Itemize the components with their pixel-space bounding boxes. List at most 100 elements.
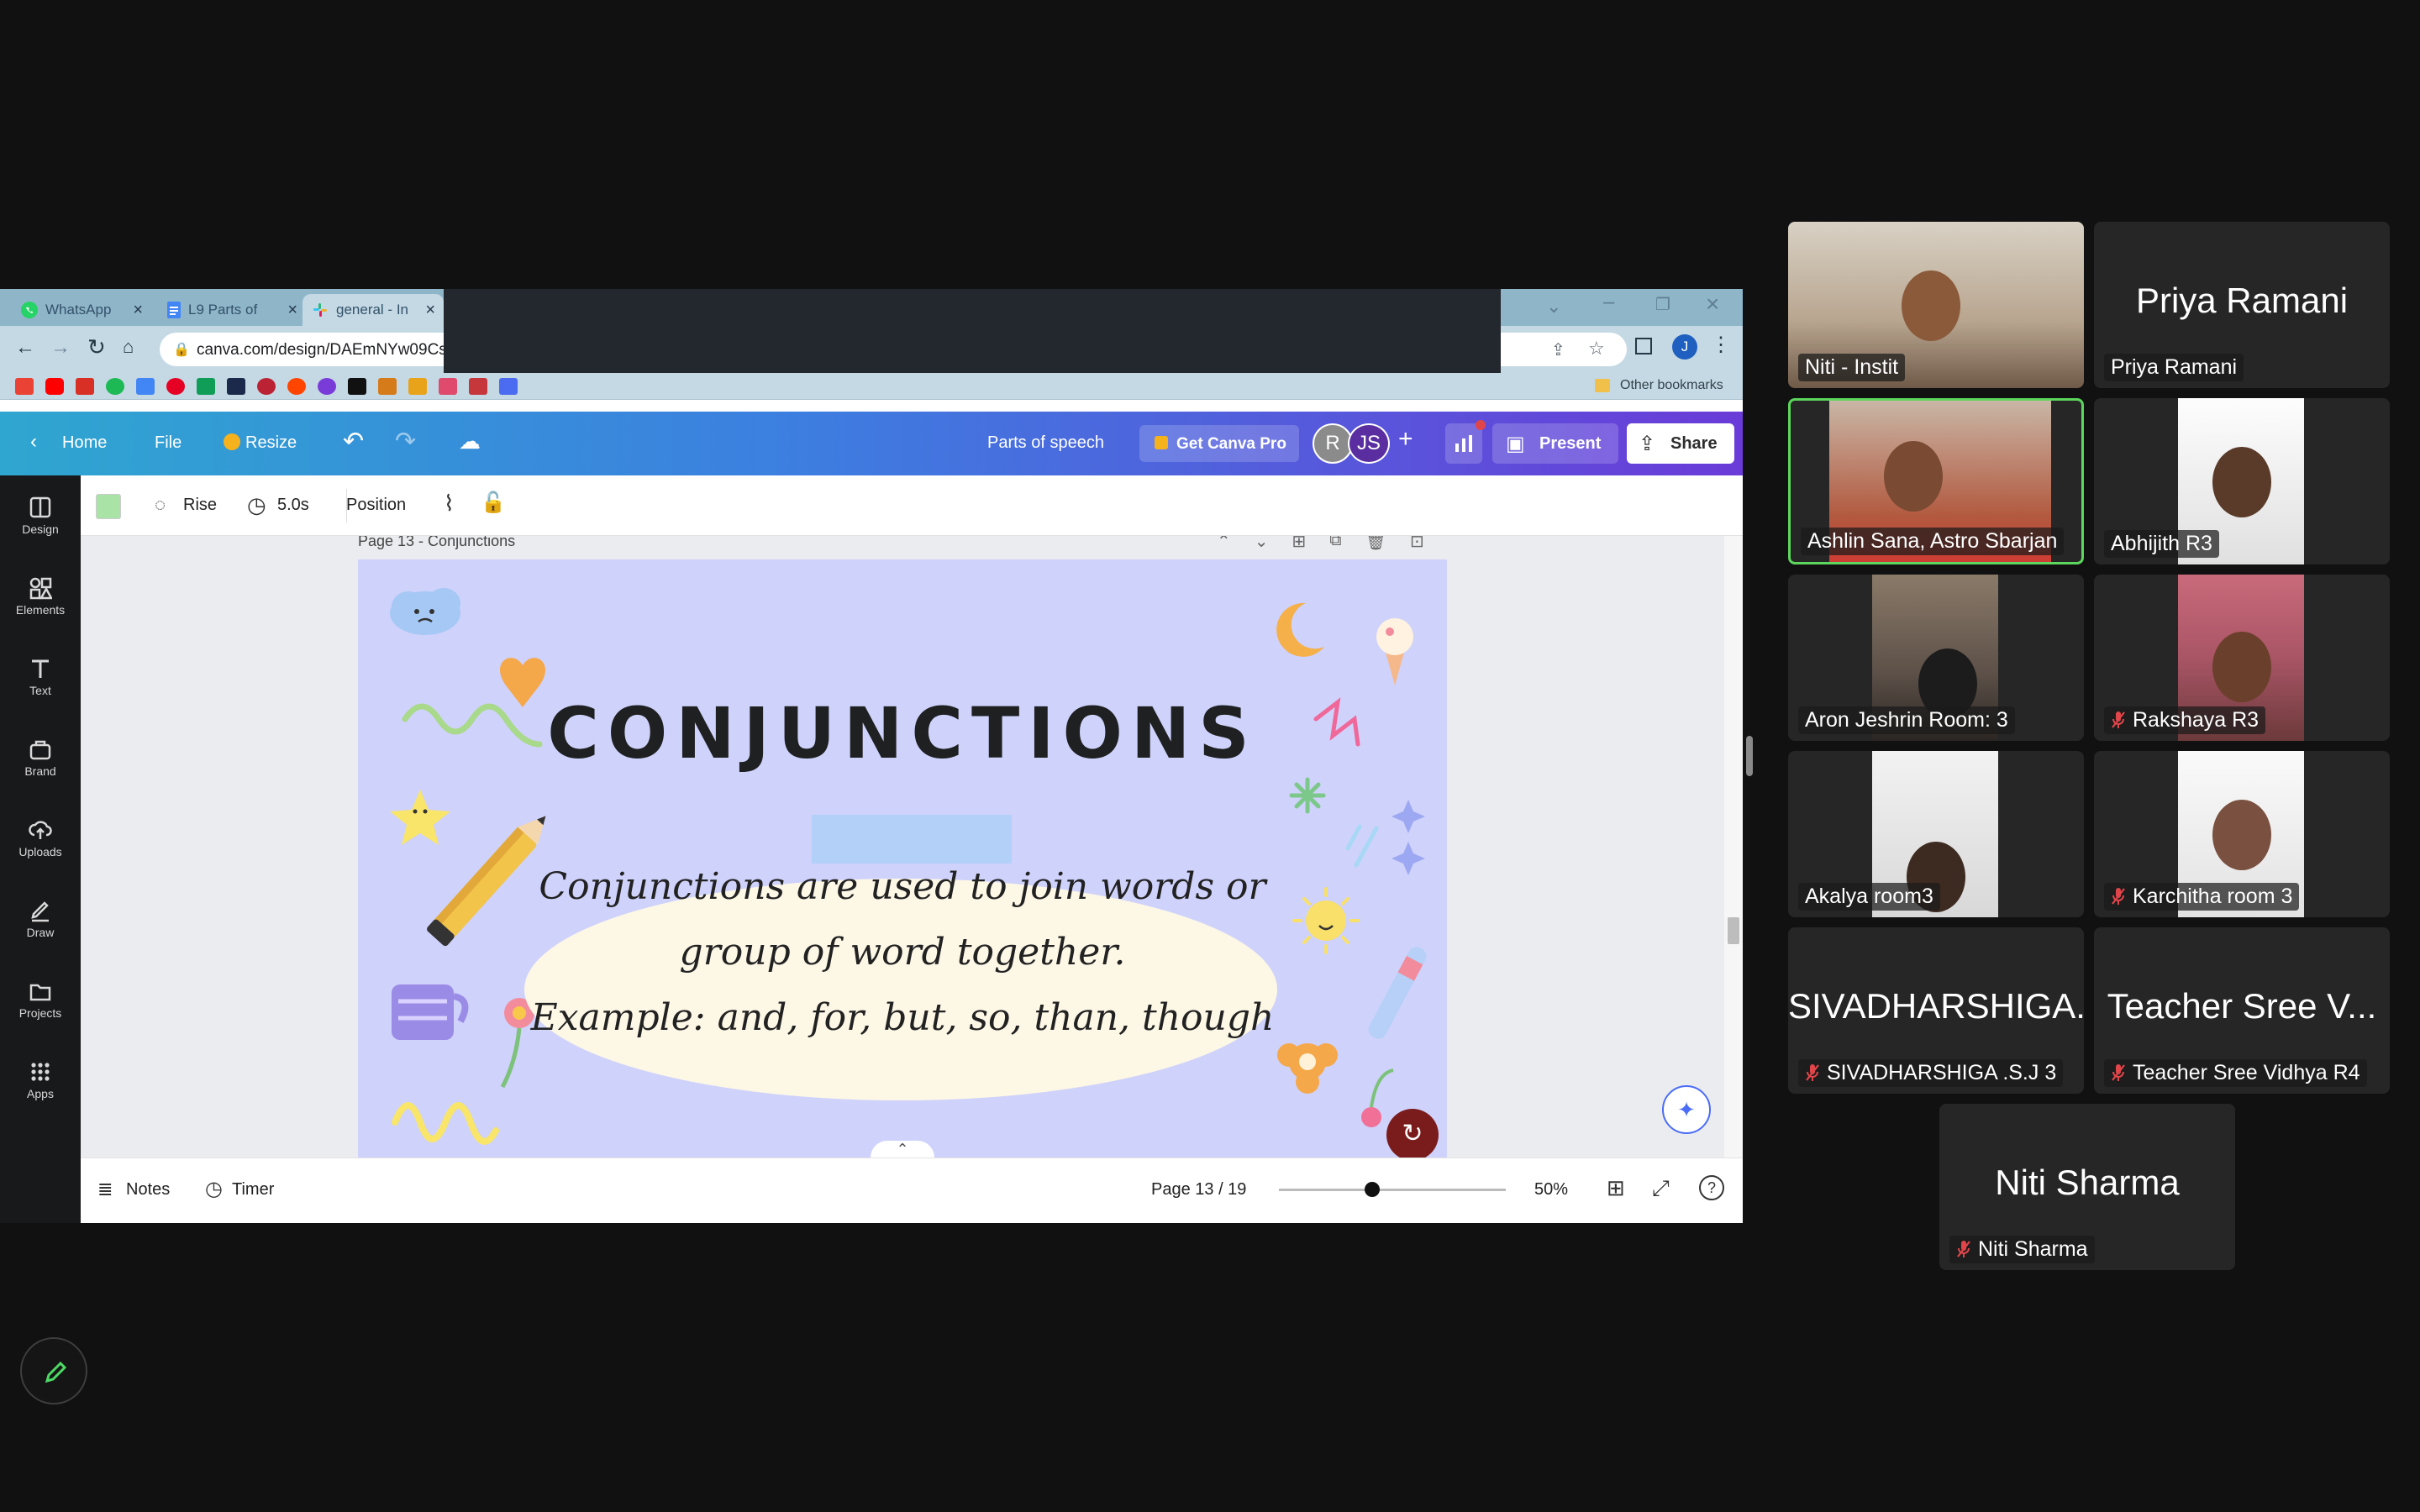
participant-tile[interactable]: Aron Jeshrin Room: 3 [1788, 575, 2084, 741]
sidebar-item-elements[interactable]: Elements [0, 564, 81, 645]
bookmark-blue-icon[interactable] [499, 378, 518, 395]
grid-view-icon[interactable]: ⊞ [1607, 1175, 1625, 1201]
present-button[interactable]: ▣ Present [1492, 423, 1618, 464]
position-button[interactable]: Position [346, 496, 406, 515]
close-tab-icon[interactable]: × [287, 301, 297, 320]
minimize-icon[interactable]: – [1603, 291, 1614, 314]
participant-tile[interactable]: Teacher Sree V... Teacher Sree Vidhya R4 [2094, 927, 2390, 1094]
delete-page-icon[interactable]: 🗑 [1365, 536, 1386, 552]
resize-button[interactable]: Resize [245, 433, 297, 453]
file-menu[interactable]: File [155, 433, 182, 453]
notes-button[interactable]: Notes [126, 1180, 170, 1200]
close-tab-icon[interactable]: × [133, 301, 143, 320]
participant-tile[interactable]: SIVADHARSHIGA... SIVADHARSHIGA .S.J 3 [1788, 927, 2084, 1094]
kebab-menu-icon[interactable]: ⋮ [1711, 333, 1731, 357]
expand-pages-chevron-icon[interactable]: ⌃ [871, 1141, 934, 1158]
tab-whatsapp[interactable]: WhatsApp × [12, 294, 151, 326]
bookmark-red-icon[interactable] [469, 378, 487, 395]
slide[interactable]: CONJUNCTIONS Conjunctions are used to jo… [358, 559, 1447, 1158]
back-icon[interactable]: ← [15, 336, 35, 360]
help-icon[interactable]: ? [1699, 1175, 1724, 1200]
close-window-icon[interactable]: × [1706, 291, 1719, 318]
page-indicator[interactable]: Page 13 / 19 [1151, 1180, 1246, 1200]
reload-icon[interactable]: ↻ [87, 334, 106, 360]
bookmark-star-icon[interactable]: ☆ [1588, 338, 1605, 360]
redo-icon[interactable]: ↷ [395, 427, 416, 456]
tab-general[interactable]: general - In × [302, 294, 444, 326]
slide-line-1[interactable]: Conjunctions are used to join words or [358, 865, 1447, 908]
panel-resize-handle[interactable] [1746, 736, 1753, 776]
gmail-icon[interactable] [15, 378, 34, 395]
participant-tile[interactable]: Ashlin Sana, Astro Sbarjan [1788, 398, 2084, 564]
restore-icon[interactable]: ❐ [1655, 294, 1670, 315]
sidebar-item-design[interactable]: Design [0, 484, 81, 564]
url-field[interactable]: 🔒 canva.com/design/DAEmNYw09Cs/ [160, 333, 451, 366]
fullscreen-icon[interactable]: ⤢ [1652, 1175, 1670, 1202]
slide-line-3[interactable]: Example: and, for, but, so, than, though [358, 996, 1447, 1039]
magic-assistant-button[interactable]: ✦ [1662, 1085, 1711, 1134]
bookmark-dark-icon[interactable] [227, 378, 245, 395]
lock-element-icon[interactable]: 🔓 [481, 491, 506, 515]
bookmark-g-icon[interactable] [76, 378, 94, 395]
get-canva-pro-button[interactable]: Get Canva Pro [1139, 425, 1299, 462]
zoom-slider[interactable] [1279, 1182, 1506, 1197]
lock-page-icon[interactable]: ⌃ [1217, 536, 1231, 552]
add-above-icon[interactable]: ⊡ [1410, 536, 1424, 552]
sidebar-item-apps[interactable]: Apps [0, 1048, 81, 1129]
participant-tile[interactable]: Karchitha room 3 [2094, 751, 2390, 917]
slack-bookmark-icon[interactable] [439, 378, 457, 395]
home-icon[interactable]: ⌂ [123, 336, 134, 358]
slide-line-2[interactable]: group of word together. [358, 931, 1447, 974]
profile-avatar[interactable]: J [1672, 334, 1697, 360]
timer-button[interactable]: Timer [232, 1180, 274, 1200]
hide-page-icon[interactable]: ⌄ [1255, 536, 1269, 552]
participant-tile[interactable]: Rakshaya R3 [2094, 575, 2390, 741]
reddit-icon[interactable] [287, 378, 306, 395]
undo-icon[interactable]: ↶ [343, 427, 364, 456]
add-collaborator-icon[interactable]: + [1398, 425, 1413, 454]
collaborator-avatar-js[interactable]: JS [1348, 423, 1390, 464]
home-button[interactable]: Home [62, 433, 107, 453]
youtube-icon[interactable] [45, 378, 64, 395]
spotify-icon[interactable] [106, 378, 124, 395]
zoom-slider-thumb[interactable] [1365, 1182, 1380, 1197]
close-tab-icon[interactable]: × [425, 301, 435, 320]
participant-tile[interactable]: Akalya room3 [1788, 751, 2084, 917]
share-button[interactable]: ⇪ Share [1627, 423, 1734, 464]
duplicate-page-icon[interactable]: ⧉ [1329, 536, 1341, 552]
animation-button[interactable]: Rise [183, 496, 217, 515]
design-title[interactable]: Parts of speech [987, 433, 1104, 453]
quora-icon[interactable] [257, 378, 276, 395]
vertical-scrollbar[interactable] [1724, 536, 1743, 1158]
participant-tile[interactable]: Niti Sharma Niti Sharma [1939, 1104, 2235, 1270]
color-swatch[interactable] [96, 494, 121, 519]
sidebar-item-projects[interactable]: Projects [0, 968, 81, 1048]
zoom-level[interactable]: 50% [1534, 1180, 1568, 1200]
participant-tile[interactable]: Niti - Instit [1788, 222, 2084, 388]
tab-l9-parts[interactable]: L9 Parts of × [158, 294, 306, 326]
tab-search-icon[interactable]: ⌄ [1546, 296, 1561, 318]
sidebar-item-uploads[interactable]: Uploads [0, 806, 81, 887]
share-page-icon[interactable]: ⇪ [1551, 339, 1565, 360]
bookmark-w-icon[interactable] [378, 378, 397, 395]
notion-icon[interactable] [348, 378, 366, 395]
add-page-icon[interactable]: ⊞ [1292, 536, 1307, 552]
sidebar-item-draw[interactable]: Draw [0, 887, 81, 968]
sidebar-item-text[interactable]: Text [0, 645, 81, 726]
sheets-icon[interactable] [197, 378, 215, 395]
paint-roller-icon[interactable]: ⌇ [444, 491, 455, 517]
participant-tile[interactable]: Priya Ramani Priya Ramani [2094, 222, 2390, 388]
pinterest-icon[interactable] [166, 378, 185, 395]
slide-title[interactable]: CONJUNCTIONS [358, 692, 1447, 774]
side-panel-icon[interactable] [1635, 338, 1652, 354]
annotate-button[interactable] [20, 1337, 87, 1404]
scroll-thumb[interactable] [1728, 917, 1739, 944]
cloud-save-icon[interactable]: ☁ [459, 428, 481, 454]
insights-button[interactable] [1445, 420, 1486, 464]
other-bookmarks[interactable]: Other bookmarks [1620, 378, 1723, 393]
bookmark-purple-icon[interactable] [318, 378, 336, 395]
docs-bookmark-icon[interactable] [136, 378, 155, 395]
duration-button[interactable]: 5.0s [277, 496, 309, 515]
collaborator-avatar-r[interactable]: R [1313, 423, 1353, 464]
forward-icon[interactable]: → [50, 336, 71, 360]
